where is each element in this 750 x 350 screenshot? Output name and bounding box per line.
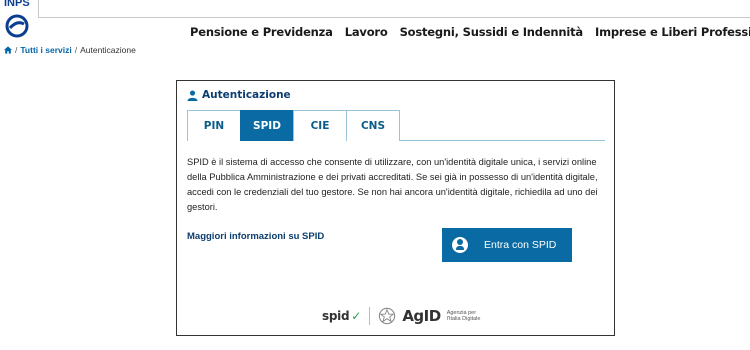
topbar-divider — [38, 0, 39, 18]
nav-item-imprese[interactable]: Imprese e Liberi Professionisti — [595, 25, 750, 39]
nav-item-pensione[interactable]: Pensione e Previdenza — [190, 25, 333, 39]
breadcrumb: / Tutti i servizi / Autenticazione — [4, 45, 136, 55]
auth-card-title: Autenticazione — [187, 89, 291, 101]
spid-logo: spid — [322, 309, 350, 323]
main-navigation: Pensione e Previdenza Lavoro Sostegni, S… — [190, 25, 750, 39]
auth-tabs: PIN SPID CIE CNS — [187, 110, 605, 141]
breadcrumb-separator: / — [74, 45, 78, 55]
inps-logo-text: INPS — [4, 0, 30, 9]
logo-divider — [369, 307, 371, 325]
tab-spid[interactable]: SPID — [240, 110, 294, 141]
nav-item-sostegni[interactable]: Sostegni, Sussidi e Indennità — [400, 25, 584, 39]
tab-cie[interactable]: CIE — [293, 110, 347, 141]
inps-logo[interactable]: INPS — [4, 0, 32, 40]
footer-logos: spid ✓ AgID Agenzia per l'Italia Digital… — [322, 307, 487, 325]
enter-with-spid-label: Entra con SPID — [484, 239, 557, 251]
agid-subtitle: Agenzia per l'Italia Digitale — [446, 310, 481, 322]
inps-logo-swoosh-icon — [5, 14, 29, 38]
enter-with-spid-button[interactable]: Entra con SPID — [442, 228, 572, 262]
nav-item-lavoro[interactable]: Lavoro — [345, 25, 388, 39]
tab-pin[interactable]: PIN — [187, 110, 241, 141]
agid-logo: AgID — [402, 307, 441, 325]
user-circle-icon — [452, 237, 468, 253]
more-info-spid-link[interactable]: Maggiori informazioni su SPID — [187, 231, 324, 242]
spid-check-icon: ✓ — [351, 309, 362, 323]
tab-cns[interactable]: CNS — [346, 110, 400, 141]
home-icon[interactable] — [4, 46, 12, 54]
breadcrumb-current: Autenticazione — [80, 45, 136, 55]
spid-description: SPID è il sistema di accesso che consent… — [187, 157, 598, 212]
auth-card-title-text: Autenticazione — [202, 89, 291, 101]
topbar-line — [38, 17, 750, 18]
auth-card: Autenticazione PIN SPID CIE CNS SPID è i… — [176, 80, 615, 336]
agid-emblem-icon — [379, 307, 396, 325]
breadcrumb-separator: / — [15, 45, 18, 55]
breadcrumb-link-tutti-servizi[interactable]: Tutti i servizi — [20, 45, 71, 55]
user-icon — [187, 89, 198, 101]
